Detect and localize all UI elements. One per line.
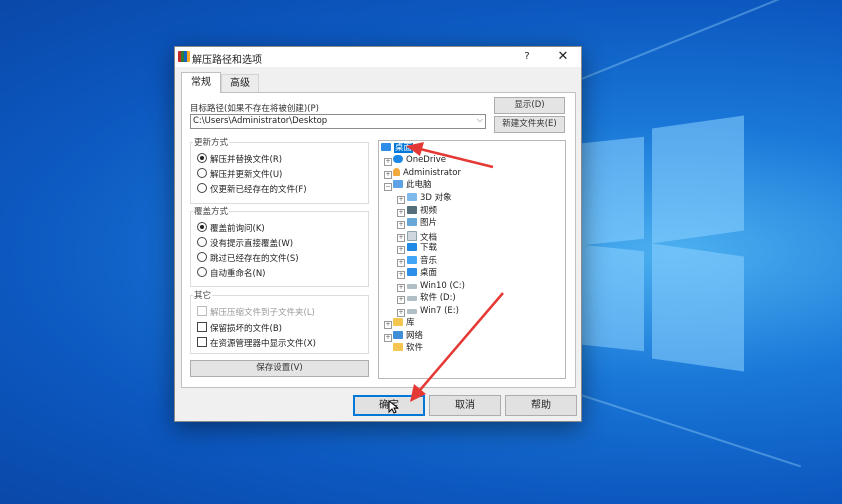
- tab-general[interactable]: 常规: [181, 72, 221, 93]
- annotation-arrow-desktop: [419, 147, 494, 169]
- mouse-cursor-icon: [388, 400, 398, 414]
- annotation-arrow-ok: [419, 292, 504, 391]
- arrow-head-icon: [406, 142, 424, 156]
- annotation-arrows: [406, 142, 504, 402]
